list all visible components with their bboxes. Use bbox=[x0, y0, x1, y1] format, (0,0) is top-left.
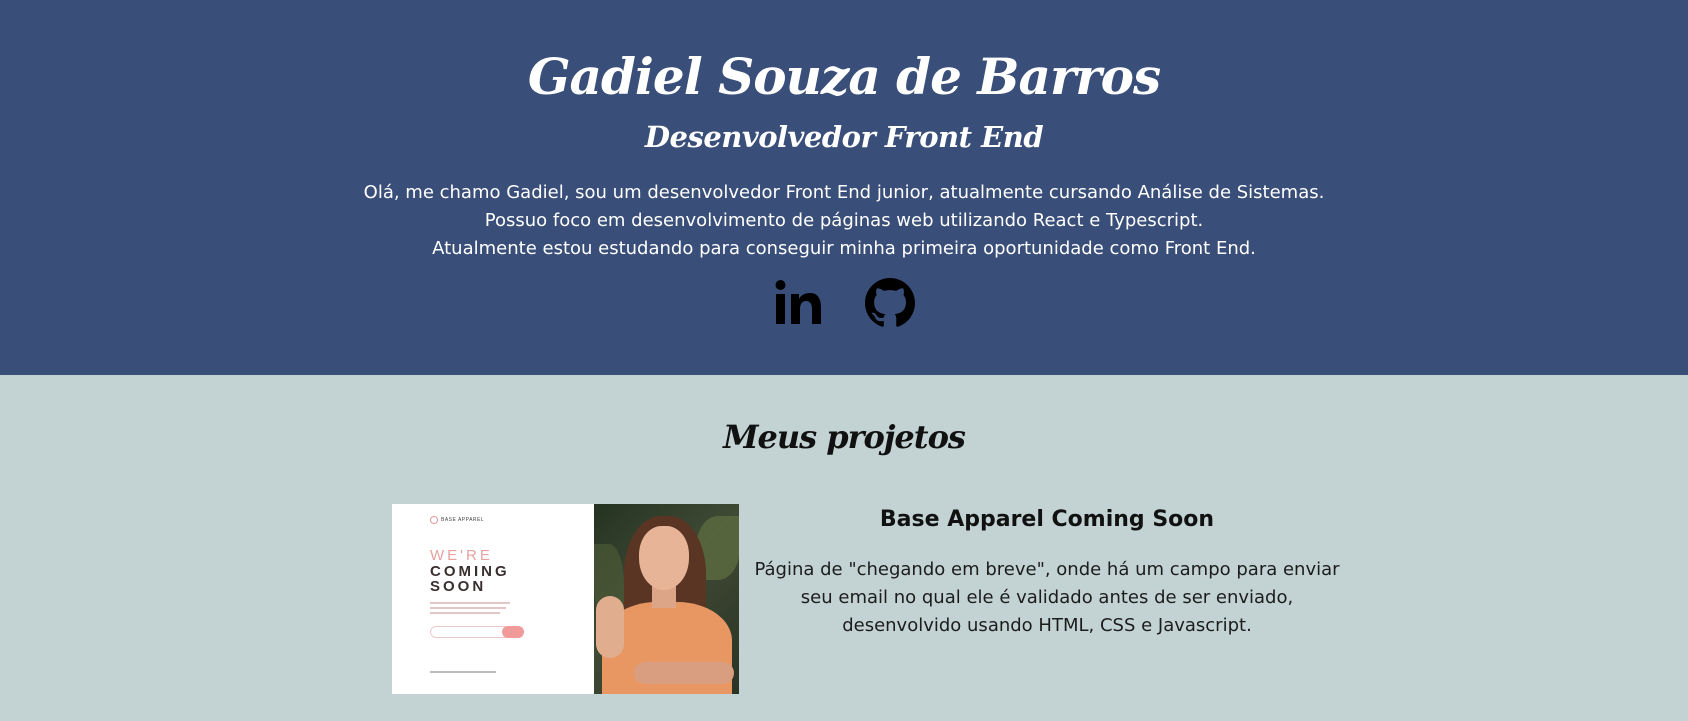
hero-role: Desenvolvedor Front End bbox=[644, 120, 1044, 154]
hero-name: Gadiel Souza de Barros bbox=[527, 47, 1161, 106]
thumbnail-photo bbox=[594, 504, 739, 694]
thumbnail-headline: COMING bbox=[430, 563, 510, 580]
description-line: desenvolvido usando HTML, CSS e Javascri… bbox=[842, 615, 1252, 636]
logo-icon bbox=[430, 516, 438, 524]
github-icon bbox=[865, 278, 915, 327]
bio-line: Possuo foco em desenvolvimento de página… bbox=[484, 210, 1204, 231]
thumbnail-logo-text: BASE APPAREL bbox=[441, 516, 485, 523]
project-description: Página de "chegando em breve", onde há u… bbox=[752, 556, 1342, 640]
thumbnail-paragraph bbox=[430, 602, 510, 617]
bio-line: Atualmente estou estudando para consegui… bbox=[432, 238, 1256, 259]
linkedin-icon bbox=[775, 280, 821, 324]
projects-section: Meus projetos BASE APPAREL WE'RE COMING … bbox=[0, 375, 1688, 721]
thumbnail-headline: SOON bbox=[430, 578, 487, 595]
social-links bbox=[0, 278, 1688, 328]
thumbnail-footer bbox=[430, 671, 496, 673]
thumbnail-submit-button bbox=[502, 626, 524, 638]
hero-bio: Olá, me chamo Gadiel, sou um desenvolved… bbox=[0, 179, 1688, 263]
description-line: seu email no qual ele é validado antes d… bbox=[800, 587, 1294, 608]
bio-line: Olá, me chamo Gadiel, sou um desenvolved… bbox=[363, 182, 1325, 203]
thumbnail-page: BASE APPAREL WE'RE COMING SOON bbox=[392, 504, 594, 694]
projects-title: Meus projetos bbox=[723, 418, 966, 456]
project-card: BASE APPAREL WE'RE COMING SOON Base Appa… bbox=[392, 504, 1342, 694]
github-link[interactable] bbox=[865, 278, 915, 328]
thumbnail-logo: BASE APPAREL bbox=[430, 516, 484, 524]
linkedin-link[interactable] bbox=[773, 278, 823, 328]
description-line: Página de "chegando em breve", onde há u… bbox=[754, 559, 1340, 580]
hero-section: Gadiel Souza de Barros Desenvolvedor Fro… bbox=[0, 0, 1688, 375]
project-title[interactable]: Base Apparel Coming Soon bbox=[752, 504, 1342, 536]
thumbnail-headline: WE'RE bbox=[430, 547, 493, 564]
project-thumbnail[interactable]: BASE APPAREL WE'RE COMING SOON bbox=[392, 504, 739, 694]
